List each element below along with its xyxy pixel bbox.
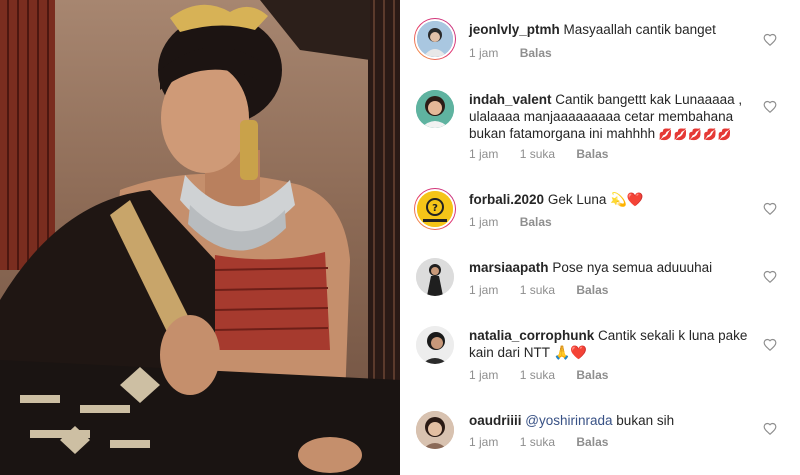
comment-meta: 1 jam 1 suka Balas — [469, 435, 626, 449]
lips-emoji: 💋💋💋💋💋 — [658, 128, 733, 141]
comment-username[interactable]: natalia_corrophunk — [469, 328, 594, 343]
avatar-image — [416, 411, 454, 449]
comment-meta: 1 jam 1 suka Balas — [469, 283, 626, 297]
avatar-image — [417, 21, 453, 57]
avatar[interactable] — [416, 411, 454, 449]
comment-body: Masyaallah cantik banget — [563, 22, 716, 37]
comment-mention[interactable]: @yoshirinrada — [525, 413, 612, 428]
comment-time: 1 jam — [469, 147, 499, 161]
comment-meta: 1 jam 1 suka Balas — [469, 368, 626, 382]
comment-text: marsiaapath Pose nya semua aduuuhai — [469, 259, 754, 276]
comment-body: Pose nya semua aduuuhai — [552, 260, 713, 275]
comments-panel: jeonlvly_ptmh Masyaallah cantik banget 1… — [400, 0, 800, 475]
comment-text: indah_valent Cantik bangettt kak Lunaaaa… — [469, 91, 754, 143]
reply-button[interactable]: Balas — [576, 435, 608, 449]
comment-likes[interactable]: 1 suka — [520, 435, 555, 449]
comment-time: 1 jam — [469, 46, 499, 60]
pray-heart-emoji: 🙏❤️ — [553, 345, 588, 361]
avatar[interactable] — [414, 18, 456, 60]
heart-emoji: 💫❤️ — [610, 192, 644, 208]
comment-username[interactable]: oaudriiii — [469, 413, 522, 428]
comment-body: bukan sih — [616, 413, 675, 428]
comment-time: 1 jam — [469, 368, 499, 382]
post-photo — [0, 0, 400, 475]
heart-outline-icon[interactable] — [763, 270, 777, 284]
comment-likes[interactable]: 1 suka — [520, 283, 555, 297]
comment-meta: 1 jam Balas — [469, 215, 570, 229]
comment-username[interactable]: forbali.2020 — [469, 192, 544, 207]
avatar[interactable] — [416, 90, 454, 128]
avatar[interactable]: ? — [414, 188, 456, 230]
comment-time: 1 jam — [469, 215, 499, 229]
comment-body: Gek Luna — [547, 192, 607, 207]
avatar[interactable] — [416, 258, 454, 296]
avatar-image — [416, 258, 454, 296]
reply-button[interactable]: Balas — [576, 283, 608, 297]
comment-text: oaudriiii @yoshirinrada bukan sih — [469, 412, 754, 429]
svg-text:?: ? — [432, 203, 438, 214]
comment-meta: 1 jam Balas — [469, 46, 570, 60]
comment-text: natalia_corrophunk Cantik sekali k luna … — [469, 327, 754, 362]
comment-likes[interactable]: 1 suka — [520, 368, 555, 382]
reply-button[interactable]: Balas — [520, 46, 552, 60]
avatar[interactable] — [416, 326, 454, 364]
heart-outline-icon[interactable] — [763, 100, 777, 114]
post-photo-illustration — [0, 0, 400, 475]
comment-username[interactable]: indah_valent — [469, 92, 552, 107]
heart-outline-icon[interactable] — [763, 33, 777, 47]
comment-username[interactable]: jeonlvly_ptmh — [469, 22, 560, 37]
comment-time: 1 jam — [469, 283, 499, 297]
reply-button[interactable]: Balas — [576, 147, 608, 161]
heart-outline-icon[interactable] — [763, 422, 777, 436]
comment-text: jeonlvly_ptmh Masyaallah cantik banget — [469, 21, 754, 38]
comment-username[interactable]: marsiaapath — [469, 260, 549, 275]
comment-likes[interactable]: 1 suka — [520, 147, 555, 161]
reply-button[interactable]: Balas — [520, 215, 552, 229]
comment-meta: 1 jam 1 suka Balas — [469, 147, 626, 161]
reply-button[interactable]: Balas — [576, 368, 608, 382]
comment-text: forbali.2020 Gek Luna 💫❤️ — [469, 191, 754, 209]
avatar-image — [416, 90, 454, 128]
heart-outline-icon[interactable] — [763, 338, 777, 352]
comment-time: 1 jam — [469, 435, 499, 449]
avatar-image — [416, 326, 454, 364]
avatar-image: ? — [417, 191, 453, 227]
heart-outline-icon[interactable] — [763, 202, 777, 216]
